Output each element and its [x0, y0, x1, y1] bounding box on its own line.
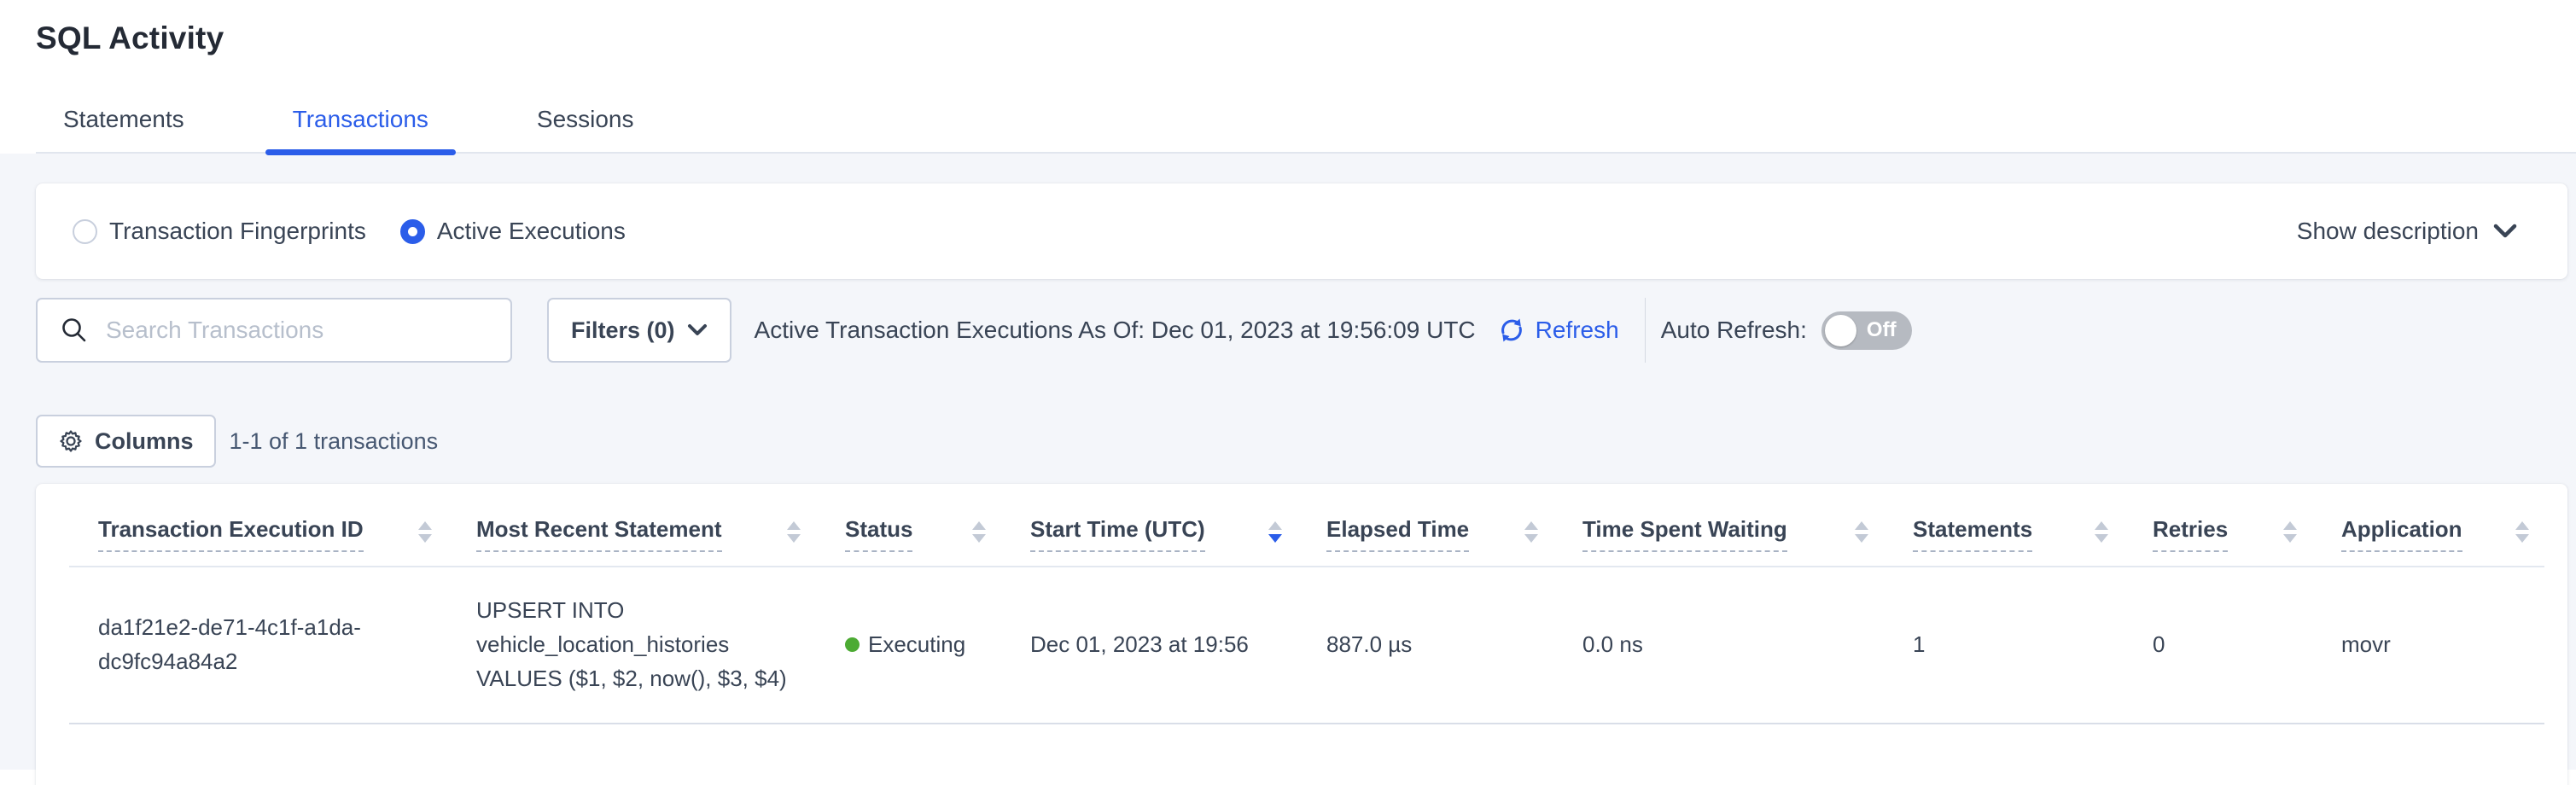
sort-icon[interactable] — [1524, 521, 1538, 548]
radio-label[interactable]: Transaction Fingerprints — [109, 218, 366, 245]
columns-label: Columns — [95, 428, 194, 455]
sort-icon[interactable] — [418, 521, 432, 548]
cell-application: movr — [2312, 567, 2544, 724]
as-of-timestamp: Active Transaction Executions As Of: Dec… — [755, 317, 1476, 344]
radio-transaction-fingerprints[interactable]: Transaction Fingerprints — [73, 218, 366, 245]
cell-elapsed-time: 887.0 µs — [1297, 567, 1553, 724]
column-header-start-time[interactable]: Start Time (UTC) — [1001, 484, 1297, 567]
search-icon — [60, 316, 89, 345]
radio-label[interactable]: Active Executions — [437, 218, 626, 245]
sort-icon[interactable] — [1855, 521, 1868, 548]
chevron-down-icon — [687, 323, 708, 337]
tab-transactions[interactable]: Transactions — [265, 106, 456, 152]
toggle-state-label: Off — [1867, 318, 1897, 342]
chevron-down-icon — [2492, 223, 2518, 240]
transactions-toolbar: Filters (0) Active Transaction Execution… — [36, 298, 2576, 363]
refresh-label[interactable]: Refresh — [1536, 317, 1619, 344]
status-label: Executing — [868, 627, 965, 661]
column-header-most-recent-statement[interactable]: Most Recent Statement — [447, 484, 816, 567]
search-input[interactable] — [106, 317, 493, 344]
column-header-statements[interactable]: Statements — [1884, 484, 2124, 567]
table-toolbar: Columns 1-1 of 1 transactions — [36, 415, 2576, 468]
filters-button[interactable]: Filters (0) — [547, 298, 731, 363]
sort-icon-active-desc[interactable] — [1268, 521, 1282, 548]
table-header-row: Transaction Execution ID Most Recent Sta… — [69, 484, 2544, 567]
sort-icon[interactable] — [2515, 521, 2529, 548]
column-header-elapsed-time[interactable]: Elapsed Time — [1297, 484, 1553, 567]
radio-active-executions[interactable]: Active Executions — [400, 218, 626, 245]
transactions-table-card: Transaction Execution ID Most Recent Sta… — [36, 484, 2567, 785]
filters-label: Filters (0) — [571, 317, 675, 344]
auto-refresh-toggle[interactable]: Off — [1821, 311, 1912, 350]
sort-icon[interactable] — [972, 521, 986, 548]
sort-icon[interactable] — [787, 521, 801, 548]
refresh-icon — [1496, 315, 1527, 346]
sort-icon[interactable] — [2283, 521, 2297, 548]
cell-most-recent-statement: UPSERT INTO vehicle_location_histories V… — [447, 567, 816, 724]
table-row: da1f21e2-de71-4c1f-a1da-dc9fc94a84a2 UPS… — [69, 567, 2544, 724]
column-header-transaction-execution-id[interactable]: Transaction Execution ID — [69, 484, 447, 567]
tab-sessions[interactable]: Sessions — [510, 106, 661, 152]
gear-icon — [58, 428, 84, 454]
page-title: SQL Activity — [36, 20, 2576, 56]
column-header-retries[interactable]: Retries — [2124, 484, 2312, 567]
radio-unselected-icon[interactable] — [73, 219, 97, 244]
radio-selected-icon[interactable] — [400, 219, 425, 244]
columns-button[interactable]: Columns — [36, 415, 216, 468]
show-description-label: Show description — [2297, 218, 2479, 245]
transactions-table: Transaction Execution ID Most Recent Sta… — [69, 484, 2544, 724]
view-mode-card: Transaction Fingerprints Active Executio… — [36, 183, 2567, 279]
auto-refresh-label: Auto Refresh: — [1661, 317, 1807, 344]
page-header: SQL Activity — [0, 0, 2576, 56]
column-header-application[interactable]: Application — [2312, 484, 2544, 567]
column-header-time-spent-waiting[interactable]: Time Spent Waiting — [1553, 484, 1884, 567]
cell-retries: 0 — [2124, 567, 2312, 724]
refresh-button[interactable]: Refresh — [1496, 315, 1619, 346]
toggle-knob[interactable] — [1825, 315, 1856, 346]
result-count: 1-1 of 1 transactions — [230, 428, 439, 455]
column-header-status[interactable]: Status — [816, 484, 1001, 567]
toolbar-divider — [1645, 298, 1646, 363]
sort-icon[interactable] — [2095, 521, 2108, 548]
cell-statements: 1 — [1884, 567, 2124, 724]
content-area: Transaction Fingerprints Active Executio… — [0, 154, 2576, 770]
status-executing-dot-icon — [845, 637, 860, 652]
cell-time-spent-waiting: 0.0 ns — [1553, 567, 1884, 724]
show-description-button[interactable]: Show description — [2297, 218, 2518, 245]
cell-start-time: Dec 01, 2023 at 19:56 — [1001, 567, 1297, 724]
cell-status: Executing — [816, 567, 1001, 724]
tab-bar: Statements Transactions Sessions — [36, 106, 2576, 154]
search-box[interactable] — [36, 298, 512, 363]
cell-execution-id: da1f21e2-de71-4c1f-a1da-dc9fc94a84a2 — [69, 567, 447, 724]
tab-statements[interactable]: Statements — [36, 106, 212, 152]
